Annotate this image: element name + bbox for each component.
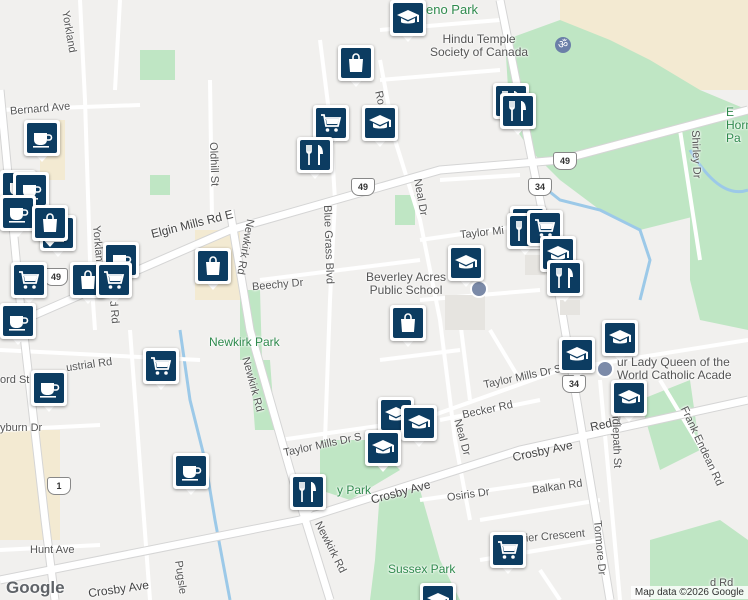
google-logo: Google xyxy=(6,578,65,597)
map-marker-restaurant[interactable] xyxy=(290,474,326,518)
shopping-cart-icon xyxy=(493,535,523,565)
map-marker-restaurant[interactable] xyxy=(547,260,583,304)
map-marker-shopping-bag[interactable] xyxy=(390,305,426,349)
place-label-hindu-temple: Hindu Temple Society of Canada xyxy=(430,32,529,59)
school-icon xyxy=(423,586,453,600)
coffee-icon xyxy=(176,456,206,486)
school-icon xyxy=(562,340,592,370)
school-icon xyxy=(451,248,481,278)
map-marker-coffee[interactable] xyxy=(0,195,36,239)
road-label-yburn-dr: yburn Dr xyxy=(0,422,43,434)
restaurant-icon xyxy=(503,96,533,126)
school-icon xyxy=(614,383,644,413)
school-icon xyxy=(393,3,423,33)
place-of-worship-icon: ॐ xyxy=(555,37,571,53)
shopping-bag-icon xyxy=(393,308,423,338)
road-label-oldhill-st: Oldhill St xyxy=(207,141,221,187)
map-marker-school[interactable] xyxy=(362,105,398,149)
place-label-beverley-acres: Beverley Acres Public School xyxy=(366,270,447,297)
coffee-icon xyxy=(3,306,33,336)
road-label-shirley-dr: Shirley Dr xyxy=(689,129,703,179)
shopping-cart-icon xyxy=(99,265,129,295)
map-marker-school[interactable] xyxy=(448,245,484,289)
school-icon xyxy=(368,433,398,463)
map-marker-school[interactable] xyxy=(611,380,647,424)
shopping-cart-icon xyxy=(316,108,346,138)
map-marker-shopping-bag[interactable] xyxy=(338,45,374,89)
place-label-heno-park: eno Park xyxy=(426,2,479,17)
highway-shield-49: 49 xyxy=(553,152,577,170)
shopping-bag-icon xyxy=(35,208,65,238)
restaurant-icon xyxy=(293,477,323,507)
road-label-ford-st: ord St xyxy=(0,374,30,386)
map-marker-school[interactable] xyxy=(401,405,437,449)
coffee-icon xyxy=(3,198,33,228)
shopping-bag-icon xyxy=(341,48,371,78)
school-icon xyxy=(365,108,395,138)
restaurant-icon xyxy=(550,263,580,293)
map-marker-shopping-cart[interactable] xyxy=(11,262,47,306)
road-label-hunt-ave: Hunt Ave xyxy=(30,544,75,556)
map-marker-school[interactable] xyxy=(420,583,456,600)
park-area xyxy=(140,50,175,80)
map-marker-coffee[interactable] xyxy=(173,453,209,497)
map-marker-school[interactable] xyxy=(602,320,638,364)
map-marker-coffee[interactable] xyxy=(31,370,67,414)
highway-shield-49: 49 xyxy=(351,178,375,196)
map-attribution[interactable]: Map data ©2026 Google xyxy=(630,586,748,599)
map-marker-school[interactable] xyxy=(390,0,426,44)
place-label-e-horn: E Horn Pa xyxy=(726,105,748,145)
map-marker-coffee[interactable] xyxy=(24,120,60,164)
shopping-cart-icon xyxy=(146,351,176,381)
highway-shield-34: 34 xyxy=(528,178,552,196)
place-label-sussex-park: Sussex Park xyxy=(388,562,456,576)
park-area xyxy=(150,175,170,195)
map-marker-shopping-bag[interactable] xyxy=(32,205,68,249)
road-label-blue-grass-blvd: Blue Grass Blvd xyxy=(321,204,336,285)
map-marker-school[interactable] xyxy=(559,337,595,381)
map-marker-restaurant[interactable] xyxy=(297,137,333,181)
coffee-icon xyxy=(34,373,64,403)
map-marker-shopping-cart[interactable] xyxy=(96,262,132,306)
map-marker-shopping-bag[interactable] xyxy=(195,248,231,292)
shopping-cart-icon xyxy=(14,265,44,295)
map-marker-shopping-cart[interactable] xyxy=(490,532,526,576)
school-icon xyxy=(605,323,635,353)
place-label-newkirk-park: Newkirk Park xyxy=(209,335,280,349)
highway-shield-49: 49 xyxy=(44,268,68,286)
map-marker-restaurant[interactable] xyxy=(500,93,536,137)
map-marker-shopping-cart[interactable] xyxy=(143,348,179,392)
school-icon xyxy=(404,408,434,438)
highway-shield-1: 1 xyxy=(47,477,71,495)
map-marker-coffee[interactable] xyxy=(0,303,36,347)
map-marker-school[interactable] xyxy=(365,430,401,474)
place-label-y-park: y Park xyxy=(337,483,372,497)
shopping-bag-icon xyxy=(198,251,228,281)
coffee-icon xyxy=(27,123,57,153)
map-canvas[interactable]: Bernard Ave Yorkland Oldhill St Elgin Mi… xyxy=(0,0,748,600)
restaurant-icon xyxy=(300,140,330,170)
